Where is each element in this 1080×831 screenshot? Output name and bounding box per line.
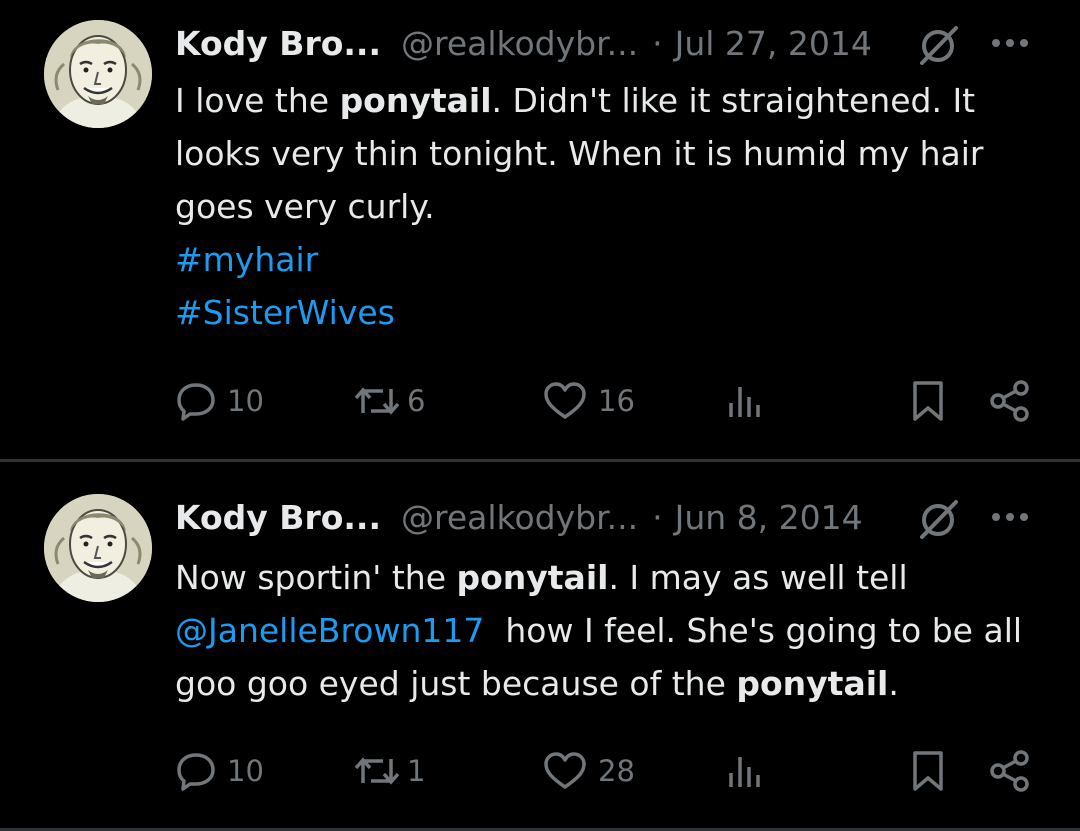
- text-segment: . I may as well tell: [608, 558, 908, 597]
- author-handle[interactable]: @realkodybr...: [401, 498, 638, 537]
- views-button[interactable]: [725, 379, 765, 423]
- separator: ·: [652, 497, 663, 537]
- slashed-circle-icon[interactable]: [916, 25, 960, 65]
- separator: ·: [652, 23, 663, 63]
- text-segment: I love the: [175, 81, 340, 120]
- tweet[interactable]: Kody Bro... @realkodybr... · Jul 27, 201…: [0, 0, 1080, 460]
- repost-button[interactable]: 6: [353, 379, 425, 423]
- avatar-image: [44, 494, 152, 602]
- like-button[interactable]: 28: [542, 749, 635, 793]
- tweet-header: Kody Bro... @realkodybr... · Jun 8, 2014: [175, 494, 863, 540]
- text-segment: Now sportin' the: [175, 558, 457, 597]
- share-button[interactable]: [987, 749, 1033, 793]
- speech-bubble-icon: [177, 383, 215, 421]
- reply-count: 10: [227, 384, 264, 418]
- tweet-text: Now sportin' the ponytail. I may as well…: [175, 551, 1055, 710]
- tweet-date[interactable]: Jun 8, 2014: [675, 498, 863, 537]
- bookmark-button[interactable]: [908, 749, 948, 793]
- bar-chart-icon: [729, 387, 760, 417]
- tweet-header: Kody Bro... @realkodybr... · Jul 27, 201…: [175, 20, 872, 66]
- bold-keyword: ponytail: [339, 81, 492, 120]
- ellipsis-icon[interactable]: [990, 36, 1030, 50]
- slashed-circle-icon[interactable]: [916, 499, 960, 539]
- heart-icon: [544, 752, 586, 789]
- like-button[interactable]: 16: [542, 379, 635, 423]
- avatar[interactable]: [44, 494, 152, 602]
- like-count: 16: [598, 384, 635, 418]
- repost-arrows-icon: [354, 387, 400, 415]
- reply-count: 10: [227, 754, 264, 788]
- bar-chart-icon: [729, 757, 760, 787]
- action-bar: 10 1 28: [175, 749, 1035, 793]
- author-handle[interactable]: @realkodybr...: [401, 24, 638, 63]
- like-count: 28: [598, 754, 635, 788]
- action-bar: 10 6 16: [175, 379, 1035, 423]
- tweet-date[interactable]: Jul 27, 2014: [675, 24, 872, 63]
- bookmark-icon: [913, 751, 943, 791]
- avatar-image: [44, 20, 152, 128]
- ellipsis-icon[interactable]: [990, 510, 1030, 524]
- repost-count: 1: [407, 754, 426, 788]
- mention-link[interactable]: @JanelleBrown117: [175, 611, 484, 650]
- author-name[interactable]: Kody Bro...: [175, 24, 381, 63]
- repost-button[interactable]: 1: [353, 749, 425, 793]
- reply-button[interactable]: 10: [175, 749, 264, 793]
- views-button[interactable]: [725, 749, 765, 793]
- speech-bubble-icon: [177, 753, 215, 791]
- repost-count: 6: [407, 384, 426, 418]
- repost-arrows-icon: [354, 757, 400, 785]
- author-name[interactable]: Kody Bro...: [175, 498, 381, 537]
- hashtag-link[interactable]: #myhair: [175, 240, 318, 279]
- bold-keyword: ponytail: [736, 664, 889, 703]
- reply-button[interactable]: 10: [175, 379, 264, 423]
- bookmark-button[interactable]: [908, 379, 948, 423]
- text-segment: .: [888, 664, 899, 703]
- hashtag-link[interactable]: #SisterWives: [175, 293, 395, 332]
- share-nodes-icon: [990, 750, 1029, 792]
- share-nodes-icon: [990, 380, 1029, 422]
- tweet-text: I love the ponytail. Didn't like it stra…: [175, 74, 1055, 339]
- tweet[interactable]: Kody Bro... @realkodybr... · Jun 8, 2014…: [0, 462, 1080, 831]
- avatar[interactable]: [44, 20, 152, 128]
- share-button[interactable]: [987, 379, 1033, 423]
- bookmark-icon: [913, 381, 943, 421]
- heart-icon: [544, 382, 586, 419]
- bold-keyword: ponytail: [456, 558, 609, 597]
